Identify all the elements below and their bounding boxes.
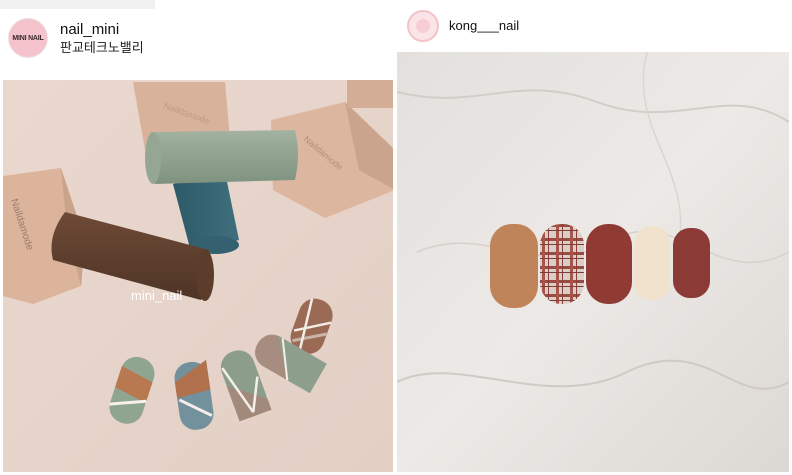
- nail-tip-burgundy: [586, 224, 632, 304]
- post-kong-nail: kong___nail: [397, 0, 792, 475]
- post-photo[interactable]: Naildamode Naildamode Naildamode mini_na…: [3, 80, 393, 472]
- post-header: kong___nail: [407, 10, 519, 42]
- nail-tip-plaid: [540, 224, 584, 304]
- nail-tip-cream: [634, 226, 670, 300]
- avatar-label: MINI NAIL: [12, 34, 44, 42]
- post-nail-mini: MINI NAIL nail_mini 판교테크노밸리 Naildamode N…: [0, 0, 395, 475]
- photo-watermark: mini_nail: [131, 288, 182, 303]
- profile-avatar[interactable]: MINI NAIL: [8, 18, 48, 58]
- username[interactable]: nail_mini: [60, 21, 144, 39]
- sage-bottle: [145, 130, 298, 184]
- nail-photo-art: Naildamode Naildamode Naildamode mini_na…: [3, 80, 393, 472]
- nail-photo-art: [397, 52, 789, 472]
- post-header: MINI NAIL nail_mini 판교테크노밸리: [8, 18, 144, 58]
- username[interactable]: kong___nail: [449, 17, 519, 35]
- nail-tip-mustard: [490, 224, 538, 308]
- nail-tip-burgundy-small: [673, 228, 710, 298]
- profile-avatar[interactable]: [407, 10, 439, 42]
- location-tag[interactable]: 판교테크노밸리: [60, 39, 144, 56]
- avatar-logo-icon: [416, 19, 430, 33]
- post-photo[interactable]: [397, 52, 789, 472]
